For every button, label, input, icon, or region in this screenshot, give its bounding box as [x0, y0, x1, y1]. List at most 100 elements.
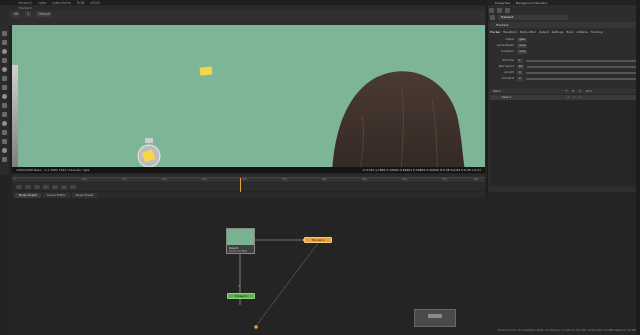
- property-row: jitter period 10: [490, 64, 638, 69]
- max-panels-icon[interactable]: [497, 8, 502, 13]
- property-slider[interactable]: [525, 59, 638, 62]
- property-value[interactable]: 0: [517, 70, 523, 75]
- property-label: transform: [501, 50, 514, 53]
- property-value[interactable]: 0: [517, 76, 523, 81]
- tick-label: 300: [242, 178, 247, 181]
- last-frame-icon[interactable]: [70, 185, 76, 189]
- column-header[interactable]: R: [572, 90, 574, 93]
- dot-node-label: Yo: [238, 285, 241, 288]
- viewer-toolbar: f/8 1 Default: [9, 10, 485, 19]
- viewer-tab[interactable]: Tracker1: [19, 6, 32, 10]
- tab-track[interactable]: Track: [566, 30, 573, 34]
- menu-item[interactable]: rgba: [38, 1, 46, 5]
- tab-tracking[interactable]: Tracking: [591, 30, 603, 34]
- track-s-checkbox[interactable]: ✓: [579, 96, 581, 99]
- paint-tool-icon[interactable]: [2, 49, 7, 54]
- tab-node-graph[interactable]: Node Graph: [15, 192, 41, 198]
- track-name: track 1: [502, 96, 512, 99]
- graph-navigator[interactable]: [414, 309, 456, 327]
- property-row: ref frame 1: [490, 58, 638, 63]
- property-row: smooth 0: [490, 70, 638, 75]
- menu-item[interactable]: RGB: [77, 1, 85, 5]
- property-row: smooth R 0: [490, 76, 638, 81]
- time-tool-icon[interactable]: [2, 103, 7, 108]
- property-row: premultiplied none: [490, 43, 638, 48]
- column-header[interactable]: S: [579, 90, 581, 93]
- node-class-row: Tracker1: [490, 22, 638, 28]
- track-r-checkbox[interactable]: ✓: [573, 96, 575, 99]
- play-backward-icon[interactable]: [34, 185, 40, 189]
- property-label: jitter period: [498, 65, 514, 68]
- node-color-icon[interactable]: [490, 14, 495, 20]
- channel-tool-icon[interactable]: [2, 67, 7, 72]
- read-node-thumbnail: [227, 229, 254, 245]
- first-frame-icon[interactable]: [16, 185, 22, 189]
- color-tool-icon[interactable]: [2, 58, 7, 63]
- filter-tool-icon[interactable]: [2, 76, 7, 81]
- tab-output[interactable]: Output: [539, 30, 549, 34]
- column-header[interactable]: T: [566, 90, 568, 93]
- metadata-tool-icon[interactable]: [2, 130, 7, 135]
- property-value[interactable]: rgba: [517, 37, 527, 42]
- property-value[interactable]: none: [517, 43, 528, 48]
- property-label: smooth R: [501, 77, 514, 80]
- tick-label: 500: [402, 178, 407, 181]
- property-slider[interactable]: [525, 71, 638, 74]
- property-slider[interactable]: [527, 65, 638, 68]
- frame-field[interactable]: 1: [25, 12, 32, 17]
- tab-settings[interactable]: Settings: [552, 30, 563, 34]
- property-value[interactable]: 10: [517, 64, 525, 69]
- select-tool-icon[interactable]: [2, 31, 7, 36]
- playhead[interactable]: [240, 178, 241, 192]
- menu-item[interactable]: sRGB: [90, 1, 99, 5]
- tab-properties[interactable]: Properties: [495, 1, 510, 5]
- play-forward-icon[interactable]: [52, 185, 58, 189]
- menu-item[interactable]: rgba.alpha: [52, 1, 71, 5]
- views-tool-icon[interactable]: [2, 121, 7, 126]
- navigator-viewport[interactable]: [428, 314, 442, 318]
- node-class-label: Tracker1: [496, 23, 509, 27]
- tab-dope-sheet[interactable]: Dope Sheet: [71, 192, 98, 198]
- property-value[interactable]: 1: [517, 58, 523, 63]
- tab-tracker[interactable]: Tracker: [490, 30, 500, 34]
- tab-background-renders[interactable]: Background Renders: [516, 1, 547, 5]
- plugins-tool-icon[interactable]: [2, 157, 7, 162]
- menu-item[interactable]: Viewer1: [18, 1, 32, 5]
- track-t-checkbox[interactable]: ✓: [567, 96, 569, 99]
- table-row[interactable]: track 1 ✓ ✓ ✓: [490, 95, 638, 100]
- column-header[interactable]: error: [586, 90, 592, 93]
- lock-icon[interactable]: [489, 8, 494, 13]
- timeline-ruler[interactable]: 1 100 150 200 250 300 350 400 450 500 55…: [12, 177, 485, 182]
- tab-transform[interactable]: Transform: [503, 30, 517, 34]
- viewer-node[interactable]: Viewer1: [227, 293, 255, 299]
- tracker-node[interactable]: Tracker1: [304, 237, 332, 243]
- tab-curve-editor[interactable]: Curve Editor: [43, 192, 70, 198]
- toolsets-tool-icon[interactable]: [2, 139, 7, 144]
- keyer-tool-icon[interactable]: [2, 85, 7, 90]
- zoom-dropdown[interactable]: f/8: [12, 12, 21, 17]
- right-edge-bar: [636, 0, 640, 335]
- 3d-tool-icon[interactable]: [2, 112, 7, 117]
- tracking-marker: [199, 66, 213, 76]
- node-name-field[interactable]: Tracker1: [498, 14, 568, 20]
- prev-frame-icon[interactable]: [25, 185, 31, 189]
- tab-lifetime[interactable]: Lifetime: [577, 30, 588, 34]
- tick-label: 600: [474, 178, 479, 181]
- status-bar: Channel Count: 10 Localization Mode: On …: [497, 329, 638, 332]
- timeline: 1 100 150 200 250 300 350 400 450 500 55…: [12, 174, 485, 191]
- view-mode-dropdown[interactable]: Default: [36, 12, 52, 17]
- next-frame-icon[interactable]: [61, 185, 67, 189]
- merge-tool-icon[interactable]: [2, 94, 7, 99]
- stop-icon[interactable]: [43, 185, 49, 189]
- viewer-canvas[interactable]: [12, 25, 485, 167]
- node-graph-canvas[interactable]: [12, 198, 640, 335]
- column-header[interactable]: Name: [493, 90, 501, 93]
- clear-panels-icon[interactable]: [505, 8, 510, 13]
- property-value[interactable]: none: [517, 49, 528, 54]
- tab-motion-blur[interactable]: Motion Blur: [520, 30, 536, 34]
- node-name-row: Tracker1: [490, 14, 638, 20]
- transform-tool-icon[interactable]: [2, 40, 7, 45]
- other-tool-icon[interactable]: [2, 148, 7, 153]
- tick-label: 1: [14, 178, 16, 181]
- property-slider[interactable]: [525, 77, 638, 80]
